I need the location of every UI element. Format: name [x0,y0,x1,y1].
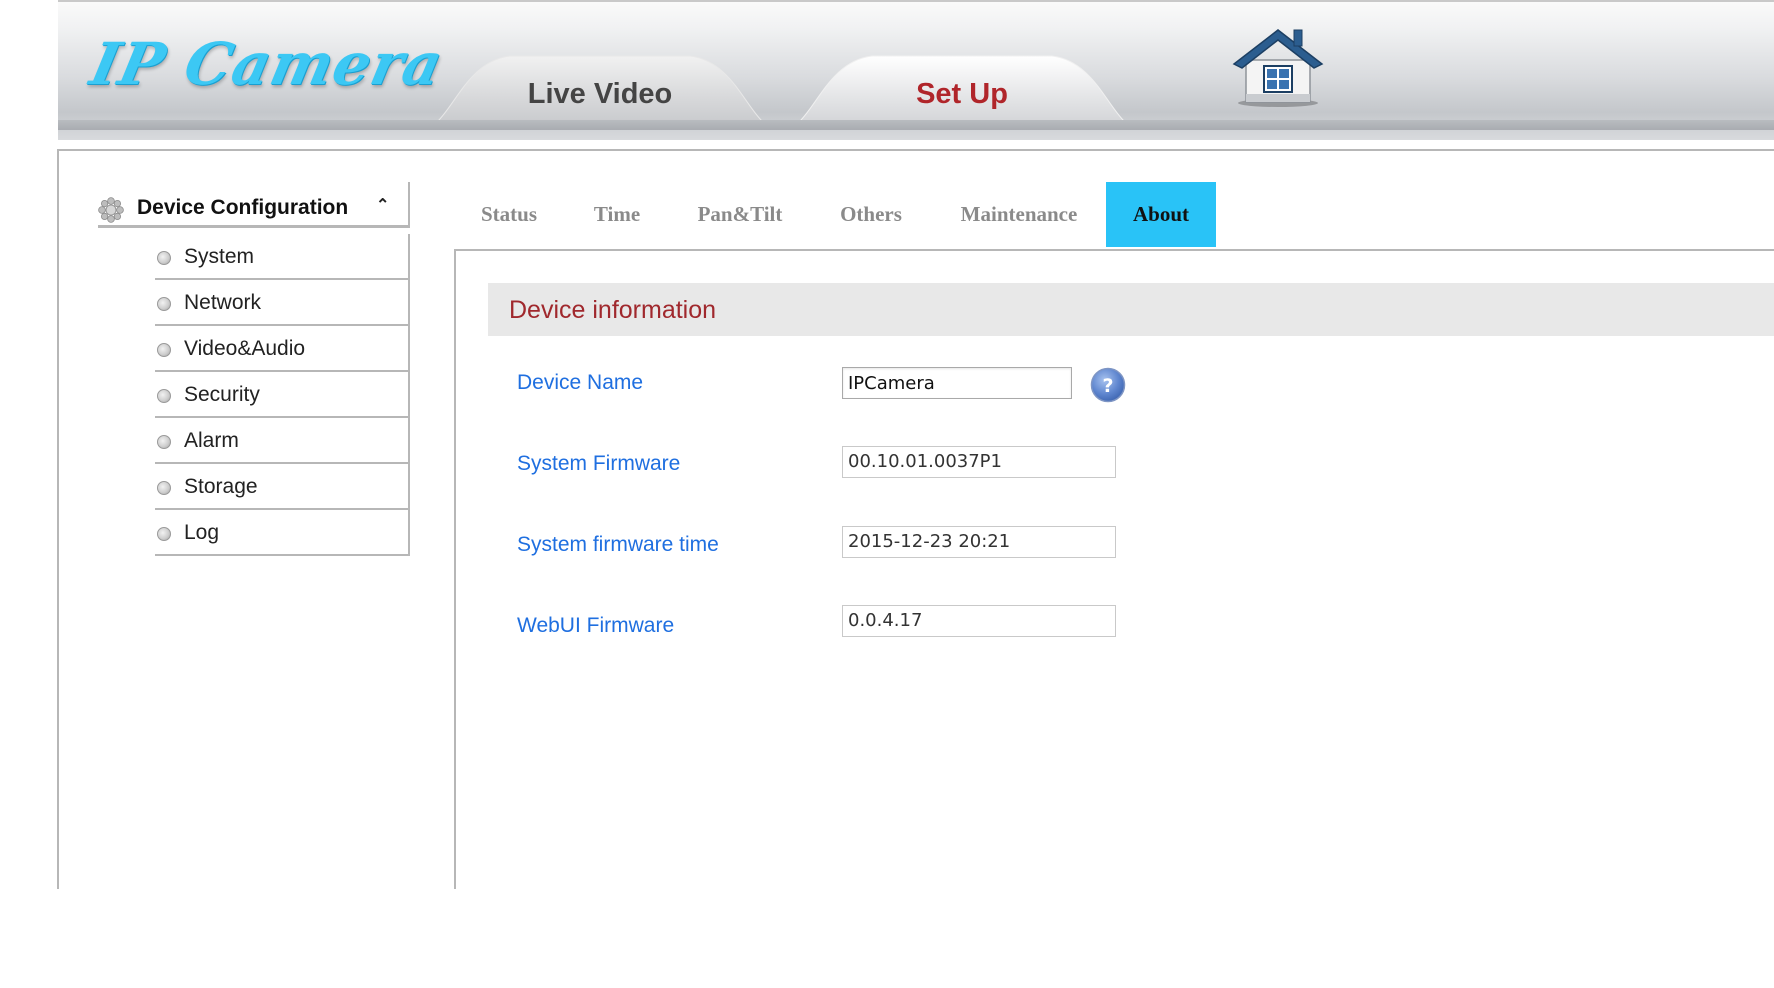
device-configuration-header[interactable]: Device Configuration ⌃ [98,182,410,228]
sidebar-menu: System Network Video&Audio Security Alar… [155,234,410,556]
svg-text:?: ? [1102,375,1113,397]
sidebar-item-label: Security [184,383,260,406]
tab-time[interactable]: Time [564,182,670,247]
tab-status[interactable]: Status [454,182,564,247]
bullet-icon [157,389,171,403]
sidebar-item-label: Alarm [184,429,239,452]
device-name-label: Device Name [517,371,644,394]
section-title: Device information [509,296,717,324]
sidebar-item-label: System [184,245,255,268]
bullet-icon [157,343,171,357]
tab-maintenance[interactable]: Maintenance [932,182,1106,247]
system-firmware-value: 00.10.01.0037P1 [842,446,1116,478]
about-panel [454,249,1774,889]
ip-camera-logo: IP Camera [84,30,450,98]
system-firmware-time-label: System firmware time [517,533,719,556]
device-name-input[interactable] [842,367,1072,399]
sidebar-item-alarm[interactable]: Alarm [155,418,410,464]
header-divider [58,120,1774,130]
sidebar-item-video-audio[interactable]: Video&Audio [155,326,410,372]
webui-firmware-label: WebUI Firmware [517,614,675,637]
device-information-bar: Device information [488,283,1774,336]
tab-set-up-label: Set Up [916,77,1008,110]
device-configuration-title: Device Configuration [137,196,349,219]
sidebar-item-storage[interactable]: Storage [155,464,410,510]
sidebar-item-log[interactable]: Log [155,510,410,556]
tab-pan-tilt[interactable]: Pan&Tilt [670,182,810,247]
bullet-icon [157,481,171,495]
bullet-icon [157,527,171,541]
tab-set-up[interactable]: Set Up [782,52,1142,130]
tab-live-video-label: Live Video [527,77,673,110]
sidebar-item-security[interactable]: Security [155,372,410,418]
sidebar-item-label: Network [184,291,262,314]
sidebar-item-network[interactable]: Network [155,280,410,326]
sidebar-item-label: Storage [184,475,258,498]
tab-live-video[interactable]: Live Video [420,52,780,130]
bullet-icon [157,297,171,311]
tab-others[interactable]: Others [810,182,932,247]
gear-icon [98,197,124,223]
system-firmware-time-value: 2015-12-23 20:21 [842,526,1116,558]
webui-firmware-value: 0.0.4.17 [842,605,1116,637]
sidebar-item-system[interactable]: System [155,234,410,280]
sidebar-item-label: Log [184,521,220,544]
system-firmware-label: System Firmware [517,452,681,475]
top-header: IP Camera Live Video Set Up [58,0,1774,140]
bullet-icon [157,251,171,265]
bullet-icon [157,435,171,449]
tab-about[interactable]: About [1106,182,1216,247]
home-icon[interactable] [1230,24,1326,108]
settings-tabs: Status Time Pan&Tilt Others Maintenance … [454,182,1216,248]
chevron-up-icon[interactable]: ⌃ [376,195,389,215]
sidebar-item-label: Video&Audio [184,337,306,360]
help-icon[interactable]: ? [1090,367,1126,403]
